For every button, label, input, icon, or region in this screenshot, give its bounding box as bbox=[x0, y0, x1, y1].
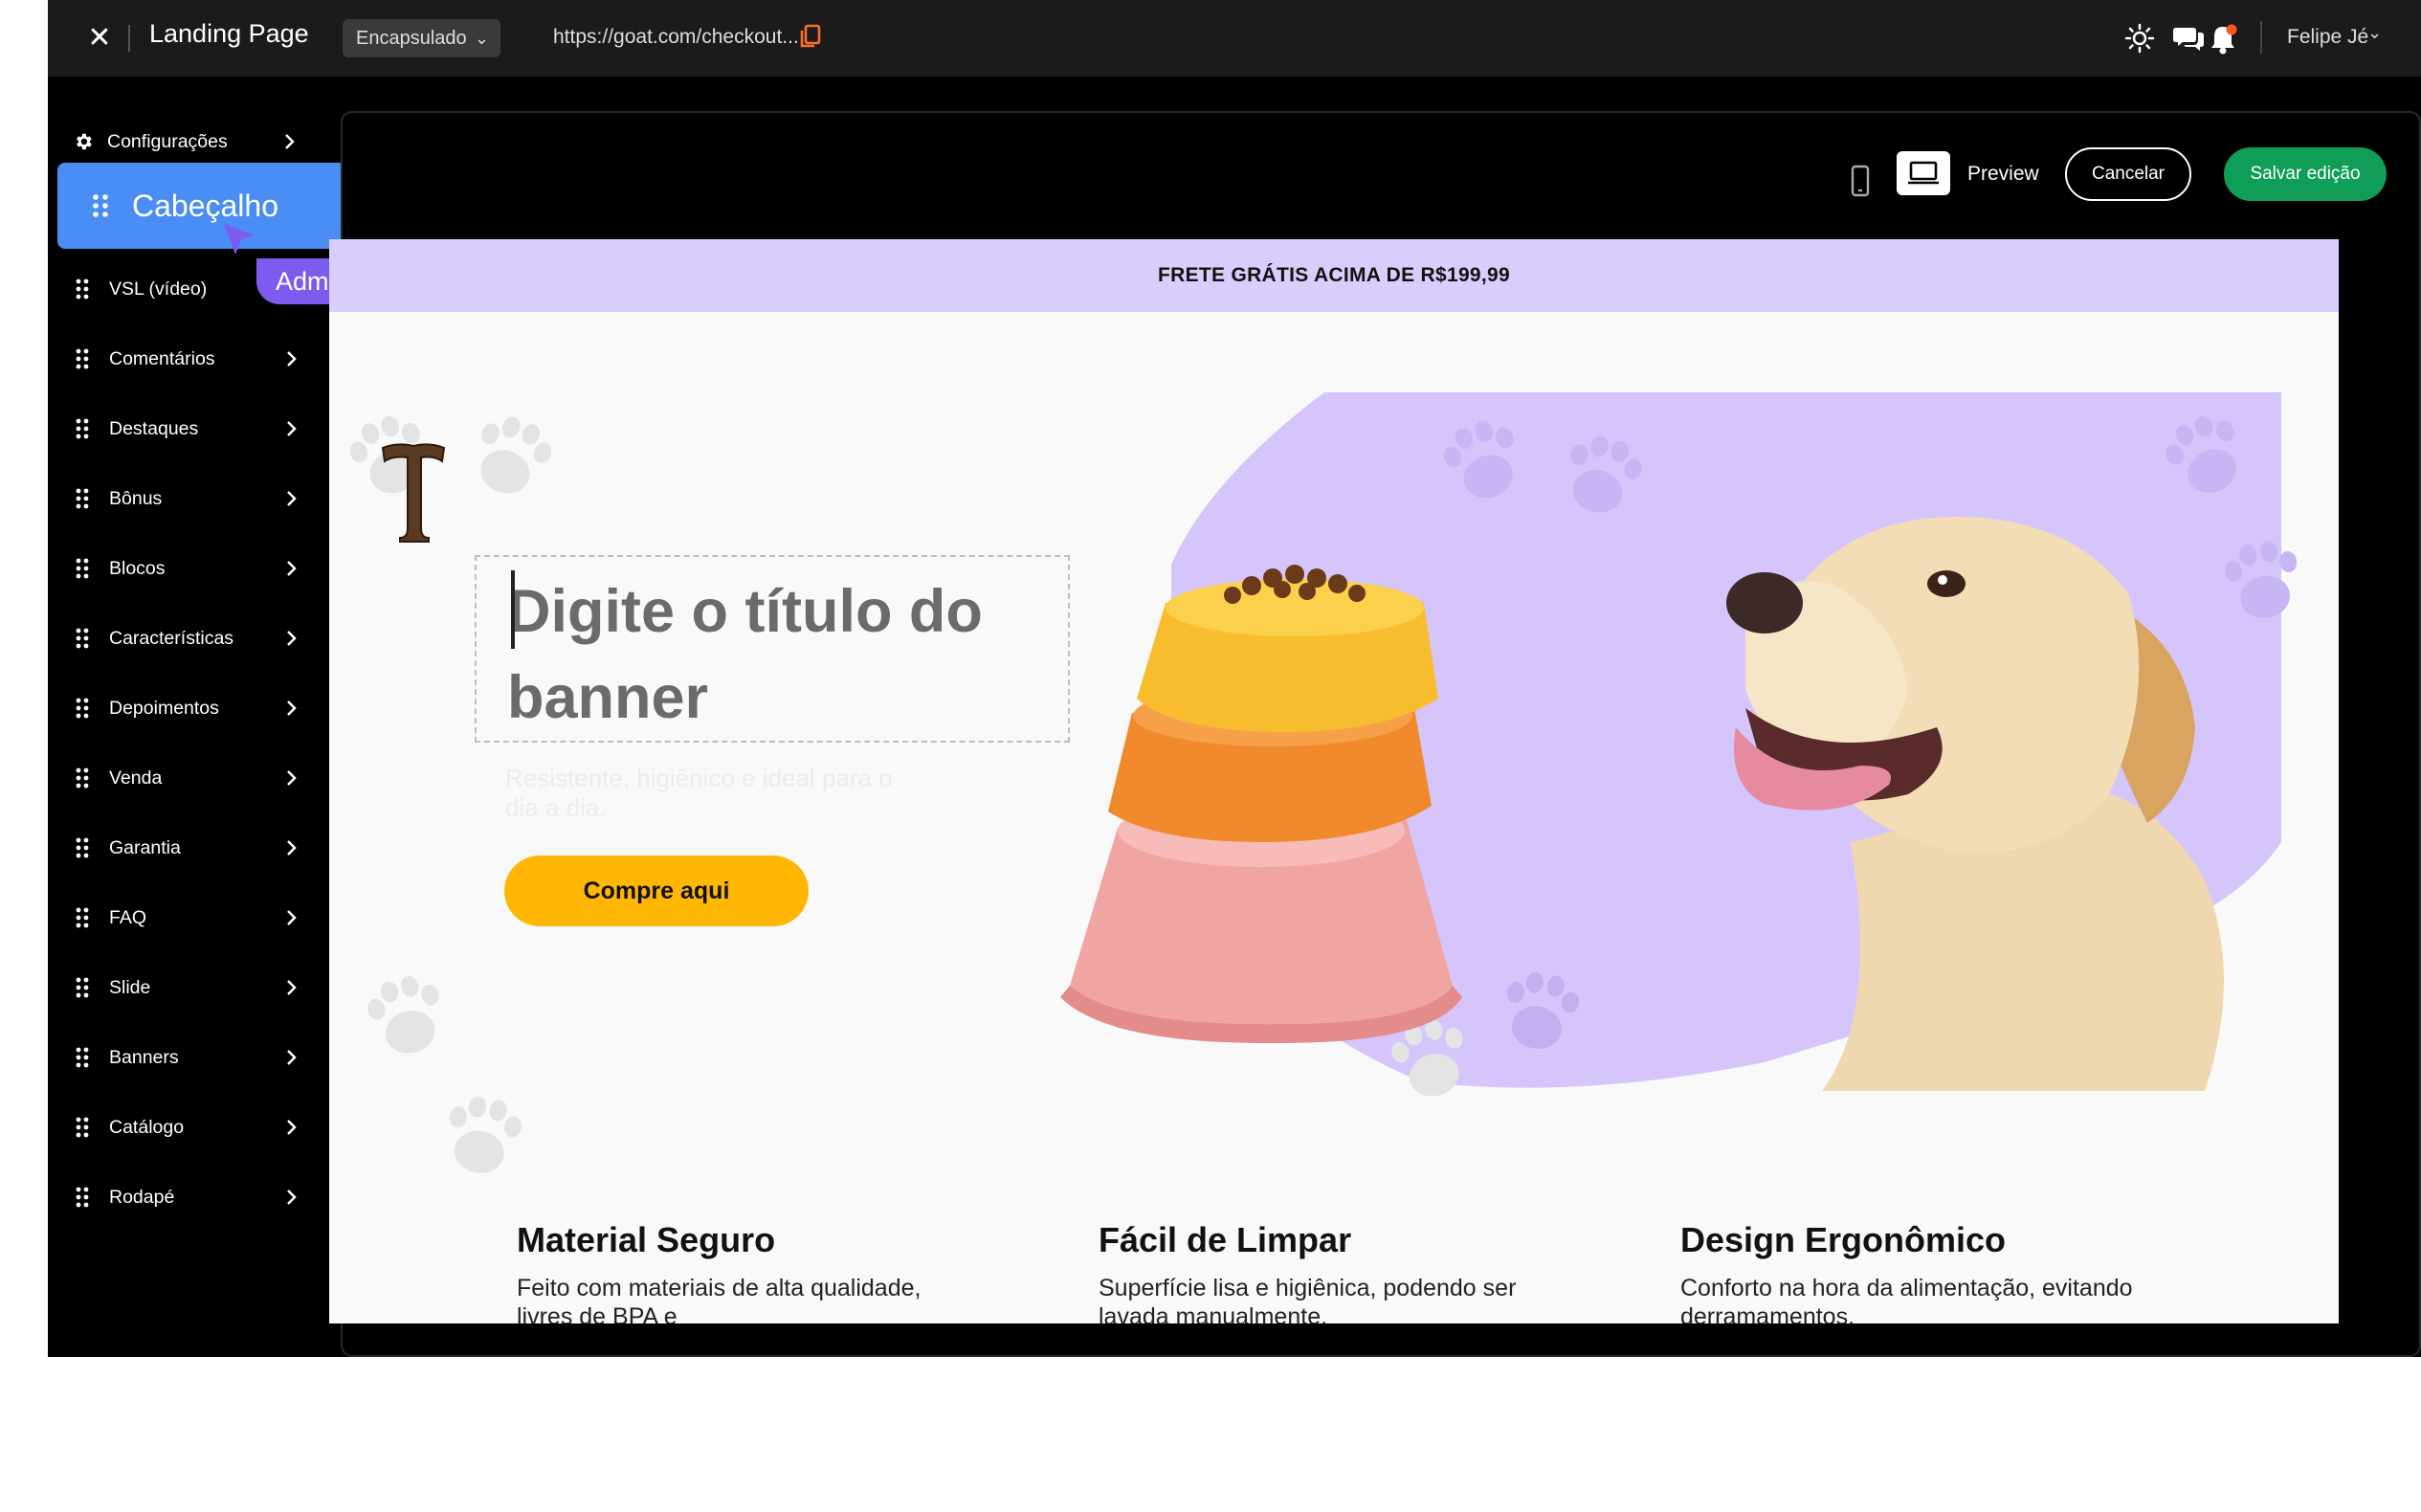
sidebar-item-label: Blocos bbox=[109, 557, 166, 579]
drag-handle-icon[interactable] bbox=[75, 1117, 90, 1138]
sidebar-item-label: Depoimentos bbox=[109, 697, 219, 719]
feature-card: Design Ergonômico Conforto na hora da al… bbox=[1680, 1220, 2140, 1323]
drag-handle-icon[interactable] bbox=[75, 488, 90, 509]
chevron-right-icon bbox=[287, 561, 297, 576]
drag-handle-icon[interactable] bbox=[75, 628, 90, 649]
top-bar: ✕ Landing Page Encapsulado ⌄ https://goa… bbox=[48, 0, 2421, 77]
sidebar-item-label: Características bbox=[109, 627, 234, 649]
sidebar-item-label: Banners bbox=[109, 1046, 179, 1068]
dog-image bbox=[1726, 517, 2224, 1091]
sidebar-item[interactable]: Rodapé bbox=[75, 1178, 304, 1216]
drag-handle-icon[interactable] bbox=[75, 767, 90, 789]
sidebar-item[interactable]: Bônus bbox=[75, 479, 304, 518]
banner-title-field[interactable]: Digite o título do banner bbox=[475, 555, 1070, 743]
sidebar-item-label: Venda bbox=[109, 767, 163, 789]
feature-text: Conforto na hora da alimentação, evitand… bbox=[1680, 1275, 2133, 1323]
chevron-right-icon bbox=[287, 910, 297, 925]
drag-handle-icon[interactable] bbox=[92, 193, 109, 218]
sidebar-item[interactable]: Características bbox=[75, 619, 304, 657]
drag-handle-icon[interactable] bbox=[75, 348, 90, 369]
notification-bell-icon[interactable] bbox=[2207, 22, 2239, 56]
sidebar-item[interactable]: Slide bbox=[75, 968, 304, 1007]
copy-icon[interactable] bbox=[798, 23, 823, 50]
chevron-right-icon bbox=[287, 421, 297, 436]
sidebar-item[interactable]: Comentários bbox=[75, 340, 304, 378]
drag-handle-icon[interactable] bbox=[75, 837, 90, 858]
gear-icon bbox=[77, 133, 92, 150]
chevron-right-icon bbox=[287, 700, 297, 716]
user-name[interactable]: Felipe Jé bbox=[2287, 26, 2368, 49]
buy-button[interactable]: Compre aqui bbox=[504, 856, 809, 926]
pet-bowls-image bbox=[1060, 565, 1462, 1043]
sidebar-item[interactable]: Venda bbox=[75, 759, 304, 797]
sidebar-item[interactable]: Destaques bbox=[75, 410, 304, 448]
collaborator-cursor-icon bbox=[224, 224, 255, 255]
sidebar-item[interactable]: Catálogo bbox=[75, 1108, 304, 1146]
sidebar-item-label: Bônus bbox=[109, 487, 163, 509]
theme-toggle-icon[interactable] bbox=[2122, 21, 2157, 56]
sidebar-item-label: Rodapé bbox=[109, 1186, 175, 1208]
divider bbox=[128, 25, 130, 52]
chevron-right-icon bbox=[287, 491, 297, 506]
feature-text: Superfície lisa e higiênica, podendo ser… bbox=[1099, 1275, 1517, 1323]
sidebar-item[interactable]: Blocos bbox=[75, 549, 304, 588]
chat-icon[interactable] bbox=[2172, 22, 2205, 55]
feature-title: Fácil de Limpar bbox=[1099, 1220, 1352, 1259]
text-caret bbox=[511, 570, 515, 649]
chevron-down-icon[interactable]: ⌄ bbox=[2367, 23, 2382, 43]
desktop-view-button[interactable] bbox=[1897, 151, 1950, 195]
feature-title: Material Seguro bbox=[517, 1220, 776, 1259]
layout-select-value: Encapsulado bbox=[356, 28, 467, 49]
feature-title: Design Ergonômico bbox=[1680, 1220, 2007, 1259]
sidebar-item[interactable]: Depoimentos bbox=[75, 689, 304, 727]
page-title: Landing Page bbox=[149, 19, 309, 48]
sidebar-item[interactable]: Banners bbox=[75, 1038, 304, 1077]
sidebar-item-settings[interactable]: Configurações bbox=[73, 122, 302, 161]
chevron-right-icon bbox=[287, 1120, 297, 1135]
chevron-right-icon bbox=[287, 1190, 297, 1205]
drag-handle-icon[interactable] bbox=[75, 977, 90, 998]
chevron-right-icon bbox=[287, 631, 297, 646]
chevron-right-icon bbox=[287, 980, 297, 995]
page-url: https://goat.com/checkout... bbox=[553, 26, 799, 48]
chevron-right-icon bbox=[285, 134, 295, 149]
banner-subtitle: Resistente, higiênico e ideal para o dia… bbox=[505, 764, 893, 822]
save-button[interactable]: Salvar edição bbox=[2224, 147, 2387, 201]
sidebar-item-label: FAQ bbox=[109, 906, 147, 928]
cancel-button[interactable]: Cancelar bbox=[2065, 147, 2191, 201]
drag-handle-icon[interactable] bbox=[75, 1187, 90, 1208]
drag-handle-icon[interactable] bbox=[75, 558, 90, 579]
sidebar-item-label: Destaques bbox=[109, 417, 199, 439]
feature-text: Feito com materiais de alta qualidade, l… bbox=[517, 1275, 922, 1323]
drag-handle-icon[interactable] bbox=[75, 418, 90, 439]
close-icon[interactable]: ✕ bbox=[84, 23, 115, 54]
chevron-right-icon bbox=[287, 351, 297, 367]
mobile-view-icon[interactable] bbox=[1849, 165, 1872, 197]
layout-select[interactable]: Encapsulado ⌄ bbox=[343, 19, 500, 57]
feature-card: Material Seguro Feito com materiais de a… bbox=[517, 1220, 976, 1323]
drag-handle-icon[interactable] bbox=[75, 278, 90, 300]
sidebar-item-label: Garantia bbox=[109, 836, 181, 858]
sidebar-item-label: Comentários bbox=[109, 347, 215, 369]
sidebar-item[interactable]: FAQ bbox=[75, 899, 304, 937]
drag-handle-icon[interactable] bbox=[75, 698, 90, 719]
sidebar-item-label: Configurações bbox=[107, 130, 228, 152]
desktop-icon bbox=[1908, 161, 1939, 185]
chevron-right-icon bbox=[287, 840, 297, 856]
drag-handle-icon[interactable] bbox=[75, 907, 90, 928]
preview-button[interactable]: Preview bbox=[1967, 163, 2039, 186]
divider bbox=[2260, 21, 2262, 54]
feature-card: Fácil de Limpar Superfície lisa e higiên… bbox=[1099, 1220, 1558, 1323]
banner-title[interactable]: Digite o título do banner bbox=[507, 568, 1043, 741]
chevron-right-icon bbox=[287, 770, 297, 786]
landing-preview: FRETE GRÁTIS ACIMA DE R$199,99 Digite o … bbox=[329, 239, 2339, 1323]
drag-handle-icon[interactable] bbox=[75, 1047, 90, 1068]
sidebar-item-label: Catálogo bbox=[109, 1116, 185, 1138]
chevron-right-icon bbox=[287, 1050, 297, 1065]
chevron-down-icon: ⌄ bbox=[474, 29, 489, 48]
sidebar-item[interactable]: Garantia bbox=[75, 829, 304, 867]
sidebar-item-label: Slide bbox=[109, 976, 151, 998]
text-tool-icon[interactable] bbox=[379, 440, 448, 545]
